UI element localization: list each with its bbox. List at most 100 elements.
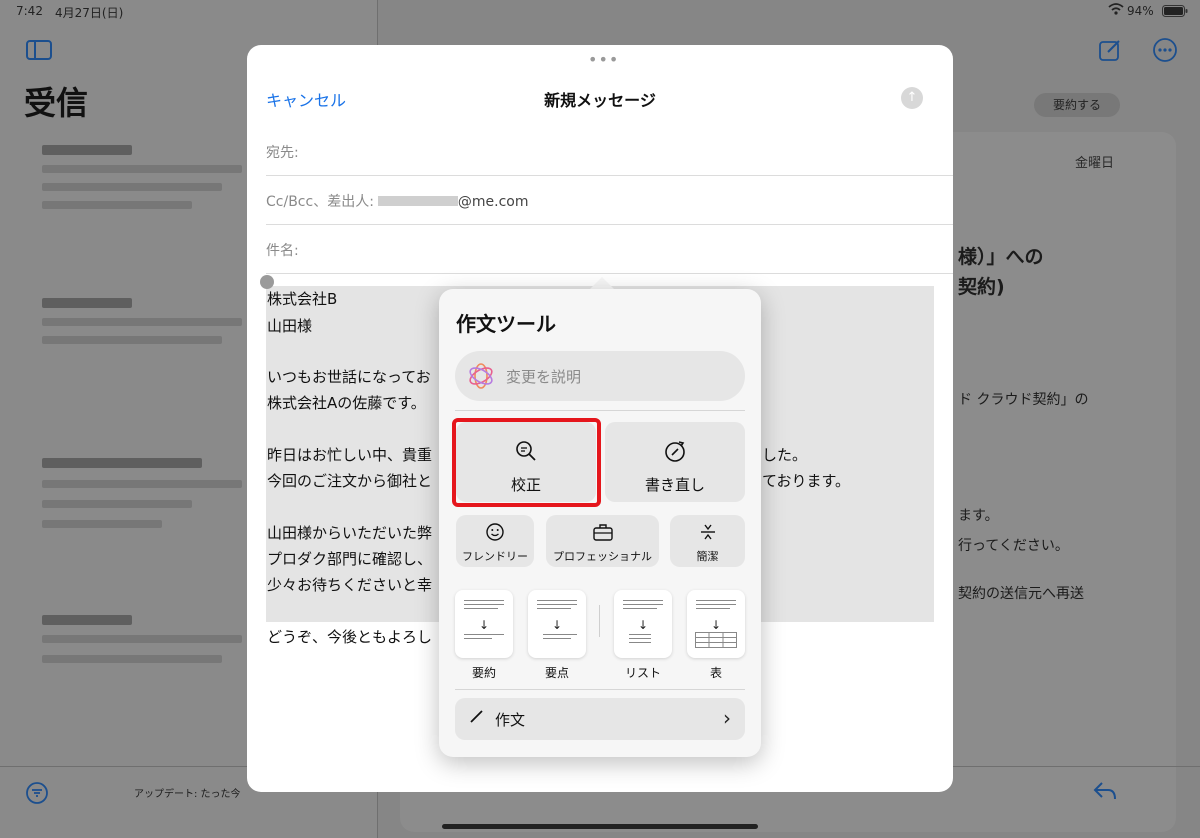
friendly-button[interactable]: フレンドリー [456,515,534,567]
body-fragment: ド クラウド契約」の [958,392,1089,408]
body-line[interactable]: どうぞ、今後ともよろし [267,626,432,647]
blurred-message-row [42,480,242,488]
selection-handle[interactable] [260,275,274,289]
describe-change-input[interactable]: 変更を説明 [455,351,745,401]
body-line[interactable]: 山田様 [267,315,312,336]
body-fragment: ます。 [958,508,999,524]
table-button[interactable]: ↓ [687,590,745,658]
apple-intelligence-icon [469,363,493,389]
rewrite-button[interactable]: 書き直し [605,422,745,502]
arrow-down-icon: ↓ [551,618,563,632]
popover-arrow [590,277,614,289]
body-line[interactable]: 今回のご注文から御社と [267,470,432,491]
subject-field[interactable]: 件名: [266,240,299,260]
briefcase-icon [546,523,659,544]
keypoints-label: 要点 [544,666,569,680]
body-line-fragment[interactable]: ております。 [762,470,850,491]
popover-divider [455,689,745,690]
blurred-message-row [42,201,192,209]
compose-label: 作文 [495,711,526,729]
body-line[interactable]: 株式会社B [267,288,337,309]
subject-fragment-2: 契約) [958,276,1005,298]
subject-fragment-1: 様）」への [958,246,1044,268]
send-icon[interactable]: ↑ [901,87,923,109]
blurred-message-row [42,635,242,643]
compose-icon[interactable] [1098,38,1122,67]
summarize-button[interactable]: 要約する [1034,93,1120,117]
blurred-message-row [42,145,132,155]
arrow-down-icon: ↓ [710,618,722,632]
rewrite-icon [605,440,745,465]
blurred-message-row [42,458,202,468]
home-indicator[interactable] [442,824,758,829]
concise-label: 簡潔 [696,550,719,563]
summary-button[interactable]: ↓ [455,590,513,658]
writing-tools-popover: 作文ツール 変更を説明 校正 書き直し フレンドリー プロフェッショナル 簡潔 [439,289,761,757]
body-line[interactable]: 少々お待ちくださいと幸 [267,574,432,595]
wifi-icon [1108,3,1124,18]
format-divider [599,605,600,637]
redacted-address [377,196,458,206]
rewrite-label: 書き直し [644,476,705,494]
cc-from-label: Cc/Bcc、差出人: [266,194,374,210]
pencil-icon [469,708,485,728]
inbox-title: 受信 [24,84,89,122]
sheet-grabber-icon[interactable]: ••• [588,52,619,68]
blurred-message-row [42,500,192,508]
list-button[interactable]: ↓ [614,590,672,658]
field-divider [266,273,953,274]
sidebar-toggle-icon[interactable] [26,40,52,65]
reply-icon[interactable] [1092,780,1118,807]
more-icon[interactable] [1153,38,1177,67]
arrow-down-icon: ↓ [637,618,649,632]
to-field[interactable]: 宛先: [266,142,299,162]
professional-label: プロフェッショナル [553,550,652,563]
compose-title: 新規メッセージ [544,91,656,110]
body-fragment: 行ってください。 [958,538,1069,554]
body-fragment: 契約の送信元へ再送 [958,586,1084,602]
body-line[interactable]: プロダク部門に確認し、 [267,548,432,569]
writing-tools-title: 作文ツール [456,312,556,336]
battery-icon [1162,5,1188,20]
message-date: 金曜日 [1075,156,1115,171]
describe-change-placeholder: 変更を説明 [506,368,582,386]
filter-icon[interactable] [26,782,48,809]
chevron-right-icon: › [723,706,731,730]
blurred-message-row [42,183,222,191]
field-divider [266,224,953,225]
body-line[interactable]: 山田様からいただいた弊 [267,522,432,543]
body-line-fragment[interactable]: した。 [762,444,807,465]
body-line[interactable]: 株式会社Aの佐藤です。 [267,392,426,413]
to-label: 宛先: [266,145,299,161]
proofread-highlight-frame [452,418,601,507]
status-date: 4月27日(日) [55,6,124,20]
friendly-label: フレンドリー [462,550,528,563]
blurred-message-row [42,298,132,308]
cc-from-field[interactable]: Cc/Bcc、差出人: @me.com [266,191,529,211]
field-divider [266,175,953,176]
table-grid-icon [695,632,737,648]
arrow-down-icon: ↓ [478,618,490,632]
popover-divider [455,410,745,411]
subject-label: 件名: [266,243,299,259]
concise-button[interactable]: 簡潔 [670,515,745,567]
blurred-message-row [42,615,132,625]
blurred-message-row [42,655,222,663]
smiley-icon [456,523,534,544]
summary-label: 要約 [471,666,496,680]
body-line[interactable]: いつもお世話になってお [267,366,431,387]
battery-percent: 94% [1127,4,1154,18]
update-status: アップデート: たった今 [134,789,241,800]
table-label: 表 [709,666,722,680]
professional-button[interactable]: プロフェッショナル [546,515,659,567]
blurred-message-row [42,318,242,326]
concise-icon [670,523,745,544]
blurred-message-row [42,520,162,528]
blurred-message-row [42,336,222,344]
blurred-message-row [42,165,242,173]
body-line[interactable]: 昨日はお忙しい中、貴重 [267,444,432,465]
list-label: リスト [624,666,661,680]
compose-with-tool-button[interactable]: 作文 › [455,698,745,740]
keypoints-button[interactable]: ↓ [528,590,586,658]
status-time: 7:42 [16,4,43,18]
